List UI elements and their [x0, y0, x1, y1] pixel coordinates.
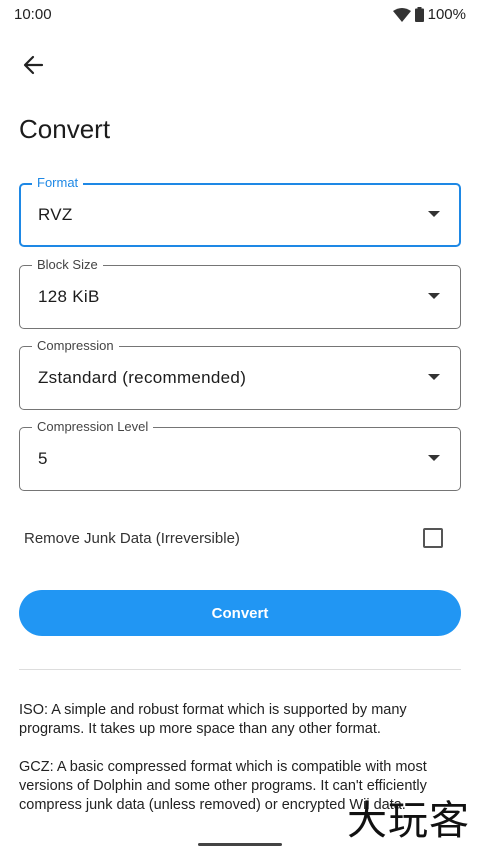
- compression-value: Zstandard (recommended): [38, 368, 247, 387]
- remove-junk-data-checkbox[interactable]: [423, 528, 443, 548]
- page-title: Convert: [19, 114, 111, 144]
- home-indicator[interactable]: [198, 843, 282, 846]
- wifi-icon: [392, 7, 411, 22]
- compression-level-value: 5: [38, 449, 48, 468]
- iso-description-text: ISO: A simple and robust format which is…: [19, 702, 407, 737]
- battery-icon: [414, 7, 424, 22]
- status-icons: 100%: [392, 6, 466, 23]
- iso-description: ISO: A simple and robust format which is…: [19, 701, 467, 739]
- convert-button-label: Convert: [211, 604, 269, 622]
- dropdown-arrow-icon: [428, 293, 440, 299]
- status-bar: 10:00 100%: [0, 0, 480, 30]
- compression-label: Compression: [32, 338, 119, 354]
- dropdown-arrow-icon: [428, 211, 440, 217]
- block-size-value: 128 KiB: [38, 287, 100, 306]
- dropdown-arrow-icon: [428, 374, 440, 380]
- battery-percent: 100%: [427, 6, 466, 23]
- compression-dropdown[interactable]: Compression Zstandard (recommended): [19, 338, 461, 410]
- arrow-back-icon: [22, 54, 44, 81]
- format-label: Format: [32, 175, 84, 191]
- back-button[interactable]: [14, 48, 52, 86]
- compression-level-dropdown[interactable]: Compression Level 5: [19, 419, 461, 491]
- block-size-label: Block Size: [32, 257, 103, 273]
- dropdown-arrow-icon: [428, 455, 440, 461]
- remove-junk-data-label: Remove Junk Data (Irreversible): [24, 530, 240, 547]
- divider: [19, 669, 461, 670]
- status-time: 10:00: [14, 6, 52, 23]
- watermark-logo: 大玩客: [347, 798, 470, 844]
- remove-junk-data-row[interactable]: Remove Junk Data (Irreversible): [19, 516, 461, 560]
- compression-level-label: Compression Level: [32, 419, 154, 435]
- format-dropdown[interactable]: Format RVZ: [19, 175, 461, 247]
- block-size-dropdown[interactable]: Block Size 128 KiB: [19, 257, 461, 329]
- convert-button[interactable]: Convert: [19, 590, 461, 636]
- format-value: RVZ: [38, 205, 73, 224]
